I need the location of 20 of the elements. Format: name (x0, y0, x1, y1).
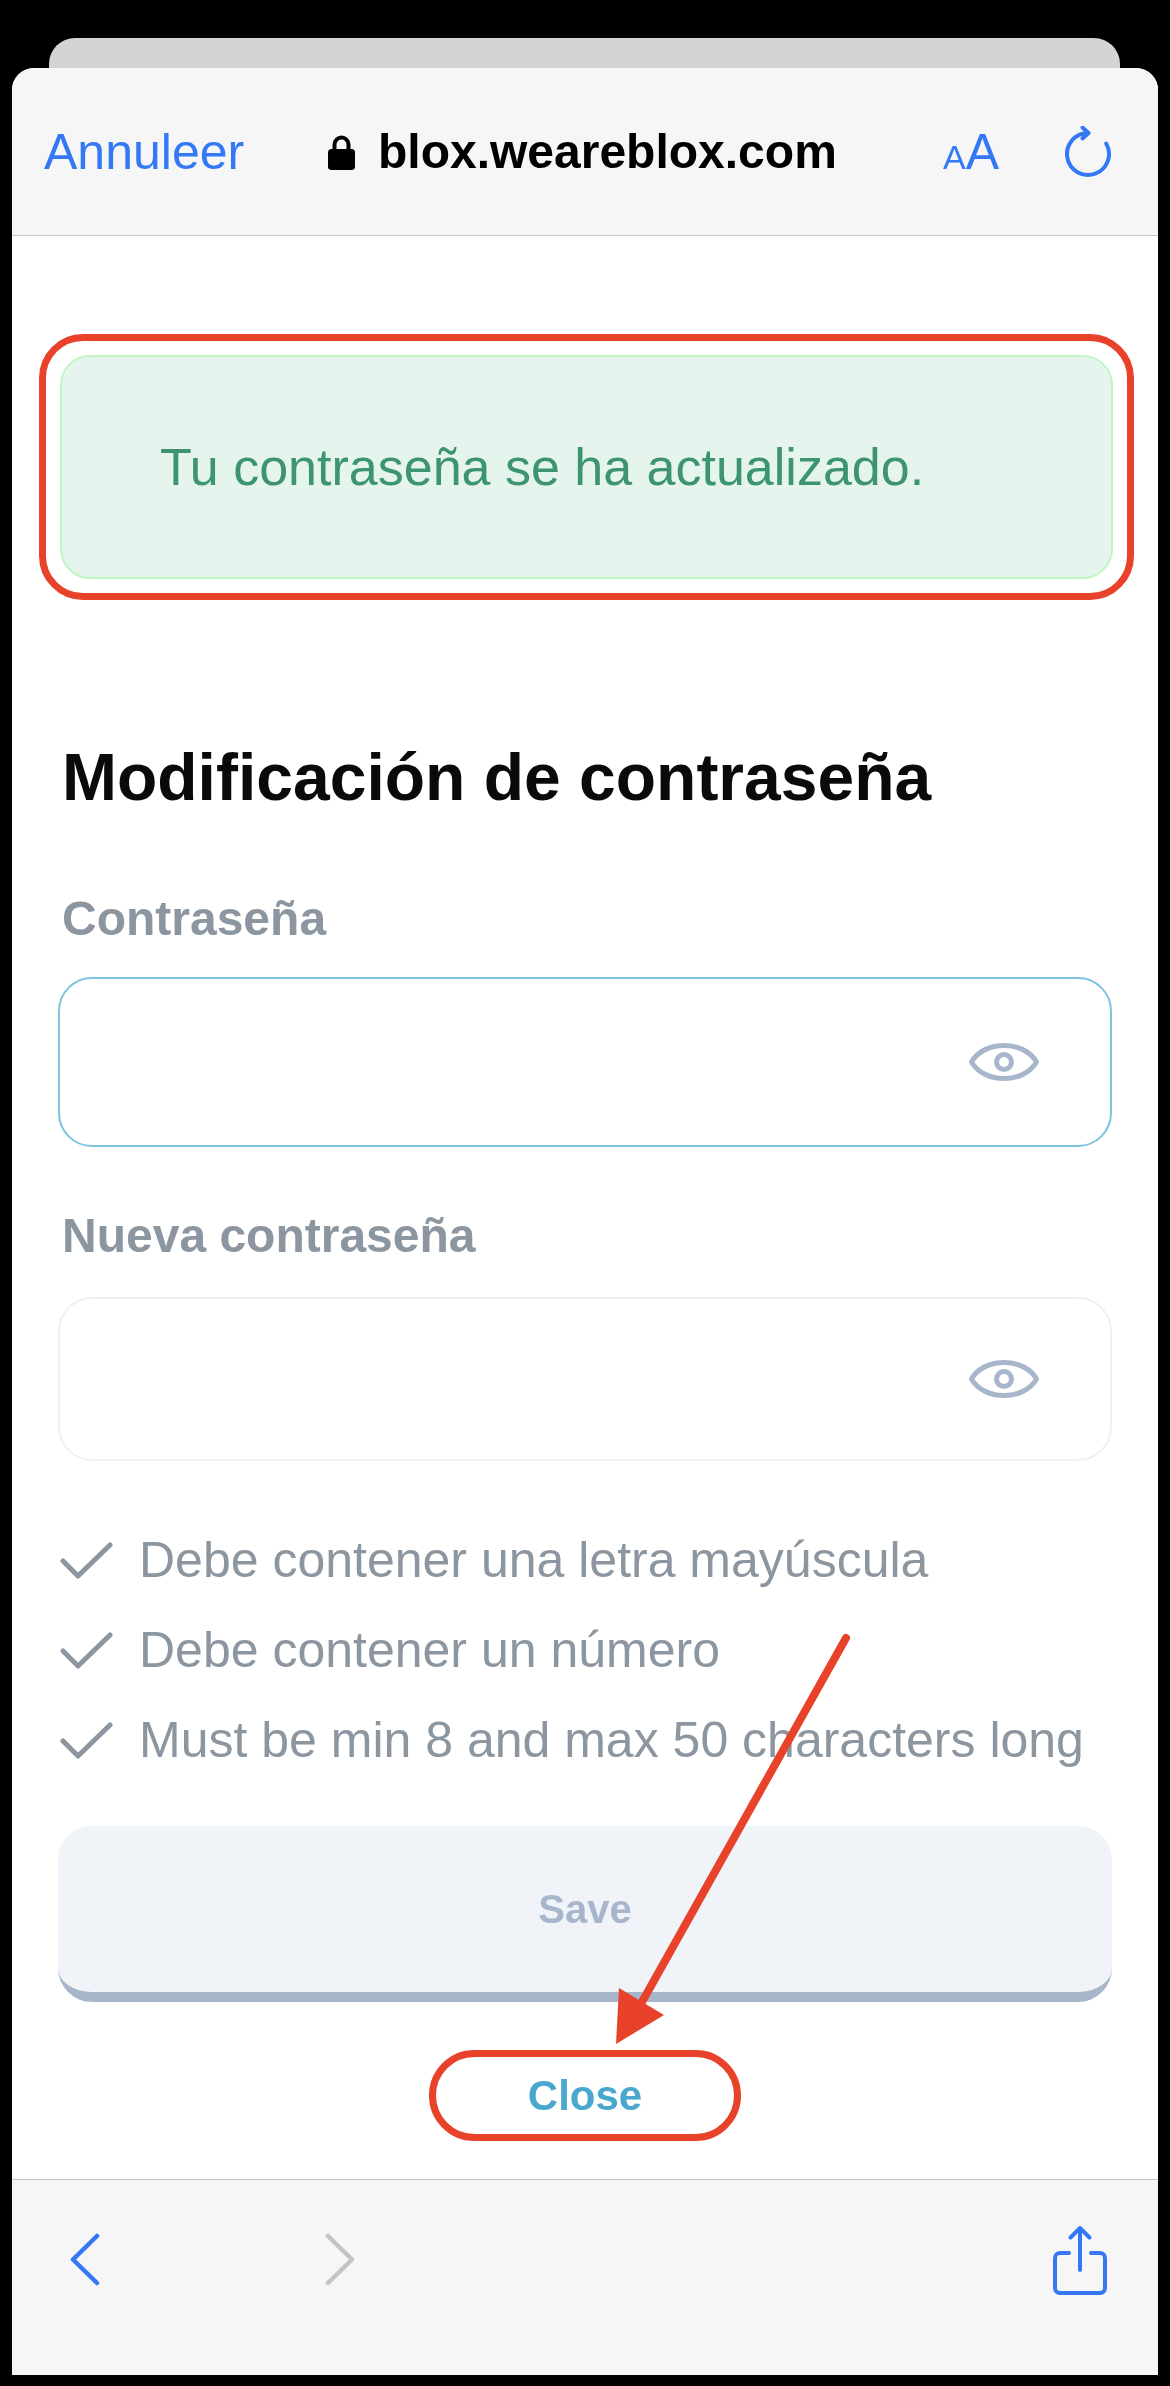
share-button[interactable] (1052, 2223, 1108, 2296)
form-title: Modificación de contraseña (62, 739, 933, 816)
cancel-link[interactable]: Annuleer (44, 121, 245, 182)
requirement-text: Debe contener una letra mayúscula (139, 1531, 929, 1591)
field-label: Nueva contraseña (62, 1207, 477, 1264)
success-message: Tu contraseña se ha actualizado. (160, 436, 925, 498)
requirement-text: Debe contener un número (139, 1621, 720, 1681)
check-icon (60, 1541, 113, 1579)
field-label: Contraseña (62, 891, 328, 948)
forward-chevron-icon (325, 2233, 355, 2286)
reload-icon[interactable] (1064, 125, 1113, 178)
check-icon (60, 1631, 113, 1669)
url-text: blox.weareblox.com (378, 123, 837, 180)
check-icon (60, 1721, 113, 1759)
text-size-button[interactable]: AA (943, 121, 1000, 182)
close-button[interactable]: Close (527, 2070, 643, 2122)
share-icon (1052, 2223, 1108, 2296)
back-chevron-icon (70, 2233, 100, 2286)
password-field[interactable] (58, 976, 1112, 1147)
back-button[interactable] (70, 2233, 100, 2286)
